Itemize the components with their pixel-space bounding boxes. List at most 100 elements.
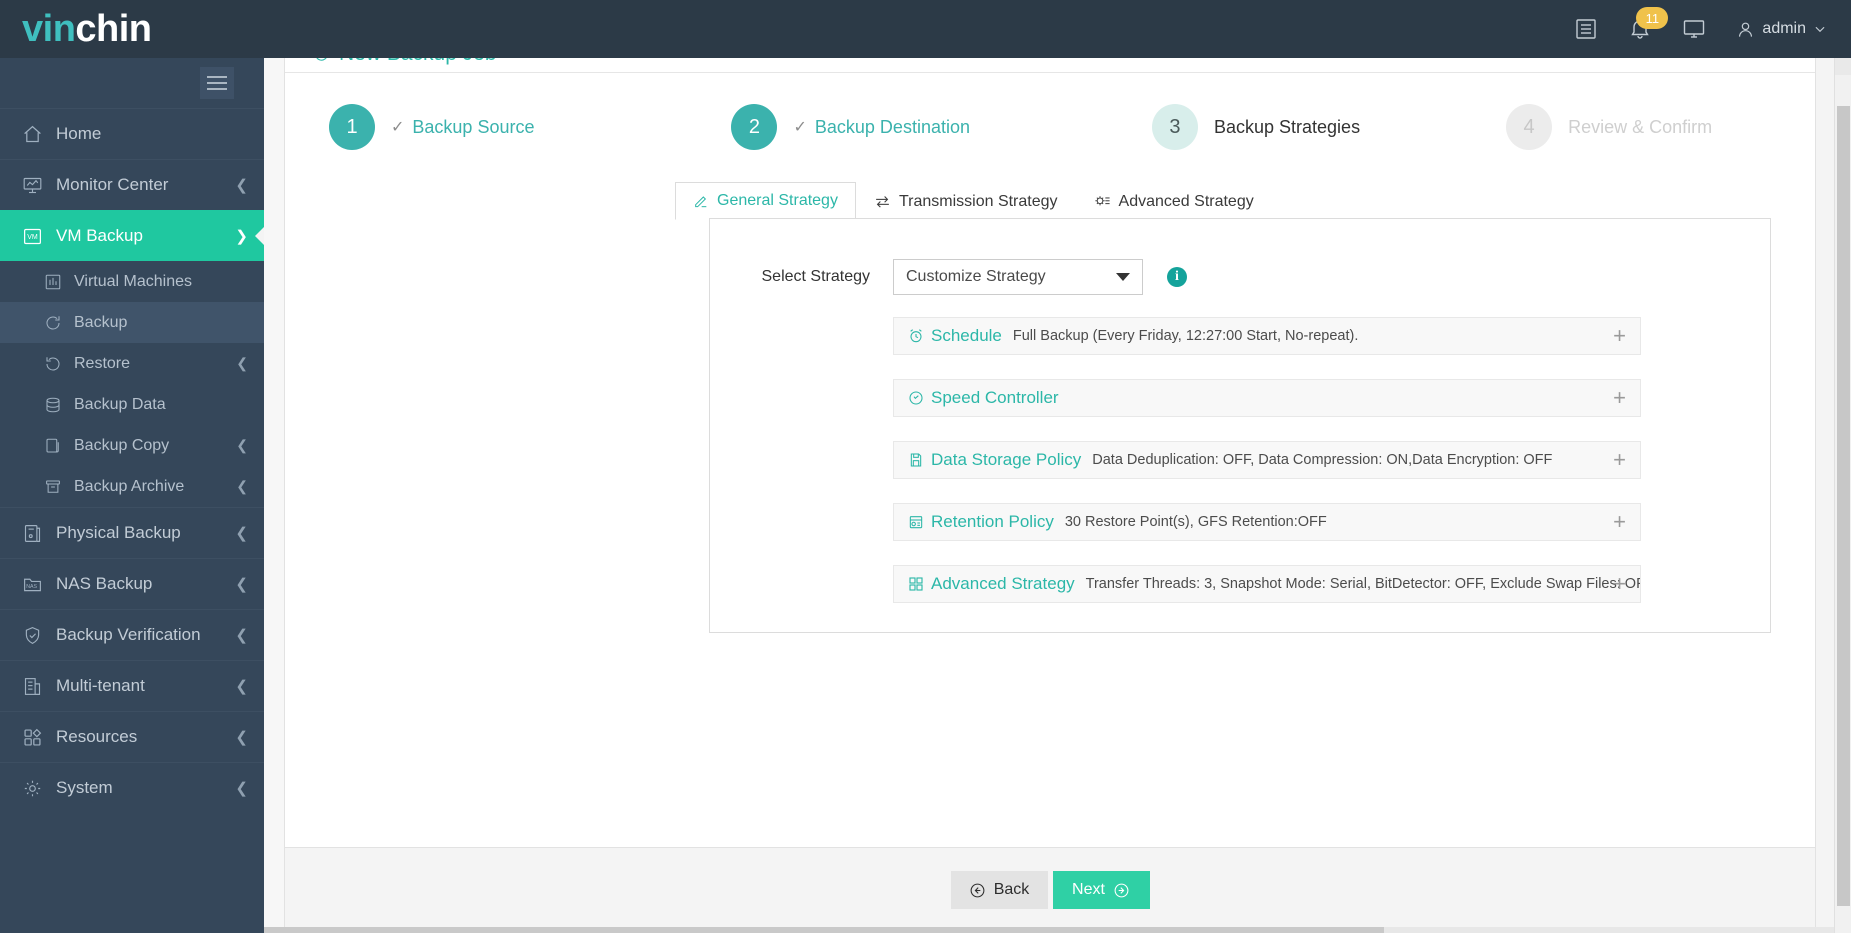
user-menu[interactable]: admin bbox=[1736, 20, 1827, 39]
wizard-steps: 1 ✓ Backup Source 2 ✓ Backup Destination… bbox=[285, 73, 1815, 181]
chevron-left-icon: ❮ bbox=[235, 525, 248, 542]
chevron-down-icon bbox=[1815, 26, 1825, 33]
sidebar-item-restore[interactable]: Restore ❮ bbox=[0, 343, 264, 384]
chevron-left-icon: ❮ bbox=[236, 355, 248, 371]
expand-plus-icon[interactable]: + bbox=[1613, 325, 1626, 347]
step-backup-destination[interactable]: 2 ✓ Backup Destination bbox=[731, 104, 970, 150]
tab-general-strategy[interactable]: General Strategy bbox=[675, 182, 856, 220]
accordion-title: Speed Controller bbox=[931, 388, 1059, 407]
scrollbar-up-arrow[interactable] bbox=[1835, 58, 1851, 75]
sidebar-item-physical-backup[interactable]: Physical Backup ❮ bbox=[0, 507, 264, 558]
accordion-desc: 30 Restore Point(s), GFS Retention:OFF bbox=[1064, 514, 1327, 530]
monitor-icon[interactable] bbox=[1682, 17, 1706, 41]
chart-bars-icon bbox=[44, 273, 74, 291]
sidebar-label: Restore bbox=[74, 354, 131, 372]
accordion-title: Advanced Strategy bbox=[931, 574, 1075, 593]
chevron-left-icon: ❮ bbox=[235, 627, 248, 644]
accordion-row-schedule[interactable]: Schedule Full Backup (Every Friday, 12:2… bbox=[893, 317, 1641, 355]
step-label-wrap: Review & Confirm bbox=[1568, 117, 1712, 138]
sidebar-item-multi-tenant[interactable]: Multi-tenant ❮ bbox=[0, 660, 264, 711]
sidebar-label: System bbox=[56, 778, 113, 797]
speedometer-icon bbox=[908, 390, 924, 406]
sidebar-item-backup-archive[interactable]: Backup Archive ❮ bbox=[0, 466, 264, 507]
sidebar-label: Home bbox=[56, 124, 102, 143]
wizard-card: New Backup Job 1 ✓ Backup Source 2 ✓ Bac… bbox=[284, 58, 1816, 848]
check-icon: ✓ bbox=[793, 119, 807, 136]
tab-transmission-strategy[interactable]: Transmission Strategy bbox=[856, 182, 1076, 220]
select-strategy-row: Select Strategy Customize Strategy i bbox=[710, 219, 1770, 295]
hamburger-icon[interactable] bbox=[200, 67, 234, 99]
sidebar-item-backup-verification[interactable]: Backup Verification ❮ bbox=[0, 609, 264, 660]
bell-icon[interactable]: 11 bbox=[1628, 7, 1669, 41]
next-button[interactable]: Next bbox=[1052, 871, 1150, 909]
sidebar-item-virtual-machines[interactable]: Virtual Machines bbox=[0, 261, 264, 302]
transfer-icon bbox=[876, 196, 889, 208]
logo-part-one: vin bbox=[22, 8, 76, 50]
sidebar-item-backup-data[interactable]: Backup Data bbox=[0, 384, 264, 425]
expand-plus-icon[interactable]: + bbox=[1613, 387, 1626, 409]
back-button-label: Back bbox=[993, 881, 1030, 898]
accordion-row-advanced-strategy[interactable]: Advanced Strategy Transfer Threads: 3, S… bbox=[893, 565, 1641, 603]
sidebar-item-backup-copy[interactable]: Backup Copy ❮ bbox=[0, 425, 264, 466]
accordion-title: Data Storage Policy bbox=[931, 450, 1082, 469]
accordion-row-speed-controller[interactable]: Speed Controller + bbox=[893, 379, 1641, 417]
expand-plus-icon[interactable]: + bbox=[1613, 511, 1626, 533]
strategy-tabs-wrap: General Strategy Transmission Strategy A… bbox=[285, 181, 1815, 220]
step-label: Backup Destination bbox=[814, 116, 970, 137]
sidebar-label: Virtual Machines bbox=[74, 272, 192, 290]
accordion-row-retention-policy[interactable]: Retention Policy 30 Restore Point(s), GF… bbox=[893, 503, 1641, 541]
step-label: Backup Strategies bbox=[1213, 116, 1361, 137]
database-icon bbox=[44, 396, 74, 414]
home-icon bbox=[22, 124, 56, 145]
top-header-bar: vinchin 11 admin bbox=[0, 0, 1851, 58]
expand-plus-icon[interactable]: + bbox=[1613, 449, 1626, 471]
sidebar-item-nas-backup[interactable]: NAS NAS Backup ❮ bbox=[0, 558, 264, 609]
expand-plus-icon[interactable]: + bbox=[1613, 573, 1626, 595]
step-label: Backup Source bbox=[412, 116, 535, 137]
step-label: Review & Confirm bbox=[1568, 116, 1713, 137]
tab-label: Transmission Strategy bbox=[898, 192, 1058, 210]
save-disk-icon bbox=[908, 452, 924, 468]
scrollbar-thumb-horizontal[interactable] bbox=[264, 927, 1384, 933]
sidebar-item-backup[interactable]: Backup bbox=[0, 302, 264, 343]
restore-icon bbox=[44, 355, 74, 373]
horizontal-scrollbar[interactable] bbox=[264, 927, 1834, 933]
app-logo[interactable]: vinchin bbox=[0, 10, 264, 48]
chevron-left-icon: ❮ bbox=[235, 678, 248, 695]
tab-advanced-strategy[interactable]: Advanced Strategy bbox=[1076, 182, 1272, 220]
step-backup-source[interactable]: 1 ✓ Backup Source bbox=[329, 104, 534, 150]
step-label-wrap: ✓ Backup Source bbox=[391, 117, 534, 138]
accordion-title: Schedule bbox=[931, 326, 1002, 345]
back-button[interactable]: Back bbox=[950, 871, 1048, 909]
sidebar-item-vm-backup[interactable]: VM VM Backup ❯ bbox=[0, 210, 264, 261]
accordion-title: Retention Policy bbox=[931, 512, 1054, 531]
general-strategy-panel: Select Strategy Customize Strategy i Sch… bbox=[709, 218, 1771, 633]
vertical-scrollbar[interactable] bbox=[1834, 58, 1851, 933]
logo-part-two: chin bbox=[75, 8, 152, 50]
step-number: 1 bbox=[329, 104, 375, 150]
chevron-down-icon: ❯ bbox=[235, 228, 248, 245]
sidebar-item-system[interactable]: System ❮ bbox=[0, 762, 264, 813]
sidebar-toggle-row bbox=[0, 58, 264, 108]
server-icon bbox=[22, 523, 56, 544]
sidebar-item-monitor-center[interactable]: Monitor Center ❮ bbox=[0, 159, 264, 210]
select-strategy-dropdown[interactable]: Customize Strategy bbox=[893, 259, 1143, 295]
grid-icon bbox=[22, 727, 56, 748]
sidebar-item-resources[interactable]: Resources ❮ bbox=[0, 711, 264, 762]
accordion-desc: Transfer Threads: 3, Snapshot Mode: Seri… bbox=[1085, 576, 1640, 592]
step-backup-strategies[interactable]: 3 Backup Strategies bbox=[1151, 104, 1361, 150]
accordion-row-data-storage-policy[interactable]: Data Storage Policy Data Deduplication: … bbox=[893, 441, 1641, 479]
accordion-desc: Full Backup (Every Friday, 12:27:00 Star… bbox=[1012, 328, 1359, 344]
chevron-left-icon: ❮ bbox=[235, 729, 248, 746]
refresh-icon bbox=[44, 314, 74, 332]
sidebar-label: Backup Copy bbox=[74, 436, 170, 454]
chevron-left-icon: ❮ bbox=[235, 177, 248, 194]
sidebar-item-home[interactable]: Home bbox=[0, 108, 264, 159]
step-review-confirm[interactable]: 4 Review & Confirm bbox=[1506, 104, 1712, 150]
scrollbar-thumb[interactable] bbox=[1837, 106, 1850, 906]
page-title-row: New Backup Job bbox=[285, 58, 1815, 72]
next-button-label: Next bbox=[1072, 881, 1105, 898]
info-icon[interactable]: i bbox=[1167, 267, 1187, 287]
list-icon[interactable] bbox=[1574, 17, 1598, 41]
page-title: New Backup Job bbox=[313, 58, 497, 66]
